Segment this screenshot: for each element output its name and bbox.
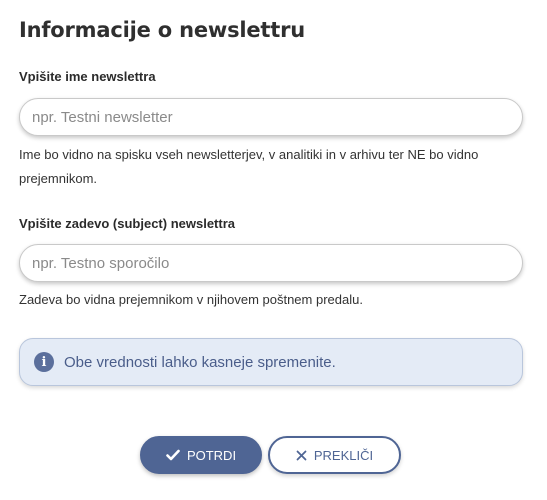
info-icon: i [34,352,54,372]
newsletter-name-label: Vpišite ime newslettra [19,69,156,84]
cancel-button[interactable]: PREKLIČI [268,436,401,474]
info-message: i Obe vrednosti lahko kasneje spremenite… [19,338,523,386]
newsletter-name-help: Ime bo vidno na spisku vseh newsletterje… [19,147,479,186]
confirm-button[interactable]: POTRDI [140,436,262,474]
close-icon [296,450,307,461]
newsletter-subject-help: Zadeva bo vidna prejemnikom v njihovem p… [19,292,363,307]
newsletter-subject-input[interactable] [19,244,523,282]
page-title: Informacije o newslettru [19,18,305,42]
newsletter-name-input[interactable] [19,98,523,136]
info-message-text: Obe vrednosti lahko kasneje spremenite. [64,353,336,371]
confirm-button-label: POTRDI [186,447,237,463]
cancel-button-label: PREKLIČI [313,447,374,463]
newsletter-subject-label: Vpišite zadevo (subject) newslettra [19,216,236,231]
check-icon [166,449,180,461]
